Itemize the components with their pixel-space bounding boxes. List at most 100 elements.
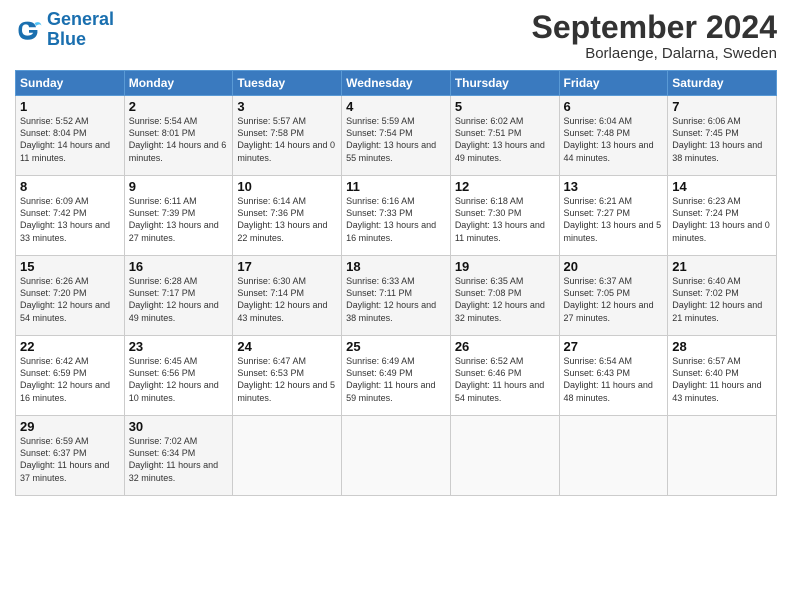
day-number: 9 [129,179,229,194]
calendar-cell [668,416,777,496]
calendar-cell: 13Sunrise: 6:21 AMSunset: 7:27 PMDayligh… [559,176,668,256]
header: General Blue September 2024 Borlaenge, D… [15,10,777,62]
day-number: 29 [20,419,120,434]
col-saturday: Saturday [668,71,777,96]
day-info: Sunrise: 6:04 AMSunset: 7:48 PMDaylight:… [564,115,664,164]
calendar-cell: 25Sunrise: 6:49 AMSunset: 6:49 PMDayligh… [342,336,451,416]
day-info: Sunrise: 7:02 AMSunset: 6:34 PMDaylight:… [129,435,229,484]
calendar-cell [559,416,668,496]
calendar-cell: 18Sunrise: 6:33 AMSunset: 7:11 PMDayligh… [342,256,451,336]
day-number: 25 [346,339,446,354]
calendar-cell: 16Sunrise: 6:28 AMSunset: 7:17 PMDayligh… [124,256,233,336]
day-number: 26 [455,339,555,354]
calendar-cell: 9Sunrise: 6:11 AMSunset: 7:39 PMDaylight… [124,176,233,256]
day-number: 2 [129,99,229,114]
calendar-cell: 10Sunrise: 6:14 AMSunset: 7:36 PMDayligh… [233,176,342,256]
day-number: 21 [672,259,772,274]
calendar-cell: 5Sunrise: 6:02 AMSunset: 7:51 PMDaylight… [450,96,559,176]
day-number: 17 [237,259,337,274]
header-row: Sunday Monday Tuesday Wednesday Thursday… [16,71,777,96]
day-info: Sunrise: 6:57 AMSunset: 6:40 PMDaylight:… [672,355,772,404]
day-number: 30 [129,419,229,434]
day-info: Sunrise: 6:54 AMSunset: 6:43 PMDaylight:… [564,355,664,404]
day-number: 10 [237,179,337,194]
page: General Blue September 2024 Borlaenge, D… [0,0,792,612]
calendar-week-4: 29Sunrise: 6:59 AMSunset: 6:37 PMDayligh… [16,416,777,496]
location-subtitle: Borlaenge, Dalarna, Sweden [532,45,777,62]
calendar-cell: 30Sunrise: 7:02 AMSunset: 6:34 PMDayligh… [124,416,233,496]
calendar-cell: 28Sunrise: 6:57 AMSunset: 6:40 PMDayligh… [668,336,777,416]
col-tuesday: Tuesday [233,71,342,96]
logo-icon [15,16,43,44]
calendar-cell: 1Sunrise: 5:52 AMSunset: 8:04 PMDaylight… [16,96,125,176]
day-info: Sunrise: 6:11 AMSunset: 7:39 PMDaylight:… [129,195,229,244]
day-info: Sunrise: 6:14 AMSunset: 7:36 PMDaylight:… [237,195,337,244]
day-info: Sunrise: 6:47 AMSunset: 6:53 PMDaylight:… [237,355,337,404]
day-number: 13 [564,179,664,194]
day-number: 22 [20,339,120,354]
calendar-cell: 7Sunrise: 6:06 AMSunset: 7:45 PMDaylight… [668,96,777,176]
col-wednesday: Wednesday [342,71,451,96]
calendar-cell: 29Sunrise: 6:59 AMSunset: 6:37 PMDayligh… [16,416,125,496]
day-info: Sunrise: 5:54 AMSunset: 8:01 PMDaylight:… [129,115,229,164]
day-info: Sunrise: 6:16 AMSunset: 7:33 PMDaylight:… [346,195,446,244]
day-number: 16 [129,259,229,274]
calendar-cell: 17Sunrise: 6:30 AMSunset: 7:14 PMDayligh… [233,256,342,336]
logo: General Blue [15,10,114,50]
day-info: Sunrise: 6:42 AMSunset: 6:59 PMDaylight:… [20,355,120,404]
day-number: 6 [564,99,664,114]
month-title: September 2024 [532,10,777,45]
calendar-cell: 26Sunrise: 6:52 AMSunset: 6:46 PMDayligh… [450,336,559,416]
calendar-cell: 14Sunrise: 6:23 AMSunset: 7:24 PMDayligh… [668,176,777,256]
day-number: 12 [455,179,555,194]
title-area: September 2024 Borlaenge, Dalarna, Swede… [532,10,777,62]
calendar-cell: 21Sunrise: 6:40 AMSunset: 7:02 PMDayligh… [668,256,777,336]
day-info: Sunrise: 6:40 AMSunset: 7:02 PMDaylight:… [672,275,772,324]
day-info: Sunrise: 6:28 AMSunset: 7:17 PMDaylight:… [129,275,229,324]
day-number: 3 [237,99,337,114]
day-info: Sunrise: 5:52 AMSunset: 8:04 PMDaylight:… [20,115,120,164]
calendar-cell: 4Sunrise: 5:59 AMSunset: 7:54 PMDaylight… [342,96,451,176]
calendar-cell: 8Sunrise: 6:09 AMSunset: 7:42 PMDaylight… [16,176,125,256]
day-info: Sunrise: 6:06 AMSunset: 7:45 PMDaylight:… [672,115,772,164]
calendar-week-3: 22Sunrise: 6:42 AMSunset: 6:59 PMDayligh… [16,336,777,416]
day-number: 19 [455,259,555,274]
calendar-cell: 27Sunrise: 6:54 AMSunset: 6:43 PMDayligh… [559,336,668,416]
day-number: 23 [129,339,229,354]
calendar-cell: 20Sunrise: 6:37 AMSunset: 7:05 PMDayligh… [559,256,668,336]
day-number: 5 [455,99,555,114]
calendar-cell: 23Sunrise: 6:45 AMSunset: 6:56 PMDayligh… [124,336,233,416]
day-info: Sunrise: 6:45 AMSunset: 6:56 PMDaylight:… [129,355,229,404]
calendar-cell: 15Sunrise: 6:26 AMSunset: 7:20 PMDayligh… [16,256,125,336]
day-number: 4 [346,99,446,114]
day-number: 24 [237,339,337,354]
day-info: Sunrise: 5:59 AMSunset: 7:54 PMDaylight:… [346,115,446,164]
calendar-cell [342,416,451,496]
day-info: Sunrise: 6:21 AMSunset: 7:27 PMDaylight:… [564,195,664,244]
day-number: 7 [672,99,772,114]
day-number: 1 [20,99,120,114]
day-info: Sunrise: 6:35 AMSunset: 7:08 PMDaylight:… [455,275,555,324]
calendar-week-1: 8Sunrise: 6:09 AMSunset: 7:42 PMDaylight… [16,176,777,256]
calendar-cell: 3Sunrise: 5:57 AMSunset: 7:58 PMDaylight… [233,96,342,176]
calendar-table: Sunday Monday Tuesday Wednesday Thursday… [15,70,777,496]
day-number: 14 [672,179,772,194]
day-info: Sunrise: 6:02 AMSunset: 7:51 PMDaylight:… [455,115,555,164]
calendar-week-0: 1Sunrise: 5:52 AMSunset: 8:04 PMDaylight… [16,96,777,176]
day-info: Sunrise: 6:18 AMSunset: 7:30 PMDaylight:… [455,195,555,244]
calendar-cell: 11Sunrise: 6:16 AMSunset: 7:33 PMDayligh… [342,176,451,256]
day-info: Sunrise: 6:49 AMSunset: 6:49 PMDaylight:… [346,355,446,404]
col-thursday: Thursday [450,71,559,96]
day-number: 18 [346,259,446,274]
day-info: Sunrise: 6:37 AMSunset: 7:05 PMDaylight:… [564,275,664,324]
calendar-cell: 22Sunrise: 6:42 AMSunset: 6:59 PMDayligh… [16,336,125,416]
calendar-header: Sunday Monday Tuesday Wednesday Thursday… [16,71,777,96]
logo-general: General [47,9,114,29]
day-number: 15 [20,259,120,274]
day-info: Sunrise: 6:52 AMSunset: 6:46 PMDaylight:… [455,355,555,404]
day-info: Sunrise: 6:59 AMSunset: 6:37 PMDaylight:… [20,435,120,484]
calendar-cell [450,416,559,496]
calendar-body: 1Sunrise: 5:52 AMSunset: 8:04 PMDaylight… [16,96,777,496]
day-number: 20 [564,259,664,274]
day-info: Sunrise: 6:23 AMSunset: 7:24 PMDaylight:… [672,195,772,244]
